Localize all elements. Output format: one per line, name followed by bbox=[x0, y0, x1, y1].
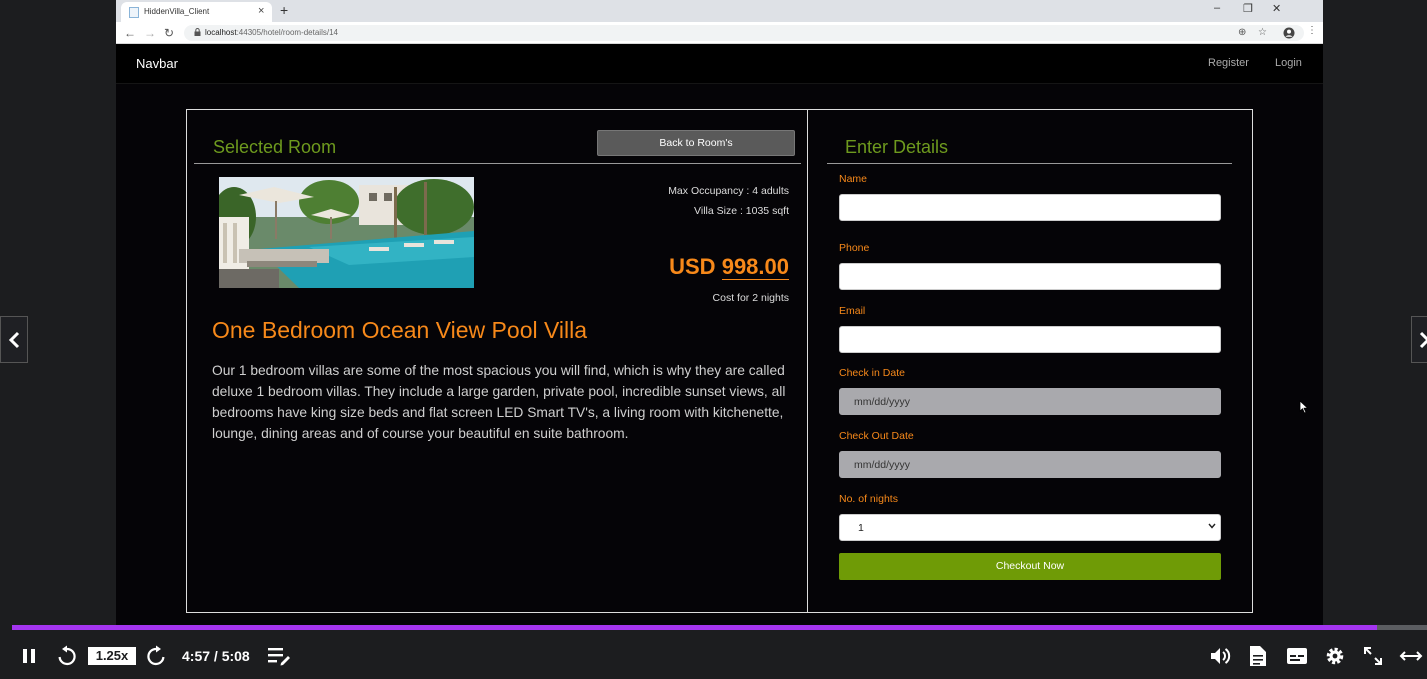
zoom-icon[interactable]: ⊕ bbox=[1238, 27, 1246, 38]
price-amount: 998.00 bbox=[721, 254, 789, 280]
minimize-button[interactable]: – bbox=[1214, 2, 1220, 14]
new-tab-button[interactable]: + bbox=[280, 2, 288, 18]
video-controls: 1.25x 4:57 / 5:08 bbox=[0, 631, 1427, 679]
previous-lecture-button[interactable] bbox=[0, 316, 28, 363]
phone-label: Phone bbox=[839, 242, 870, 254]
checkin-date-input[interactable]: mm/dd/yyyy bbox=[839, 388, 1221, 415]
nights-select[interactable]: 1 bbox=[839, 514, 1221, 541]
login-link[interactable]: Login bbox=[1275, 57, 1302, 69]
time-display: 4:57 / 5:08 bbox=[182, 648, 250, 664]
selected-room-panel: Selected Room Back to Room's Max Occupan… bbox=[186, 109, 808, 613]
checkin-placeholder: mm/dd/yyyy bbox=[854, 396, 911, 408]
playlist-icon[interactable] bbox=[267, 646, 291, 666]
video-progress-fill bbox=[12, 625, 1378, 630]
reload-icon[interactable]: ↻ bbox=[164, 26, 174, 40]
room-name: One Bedroom Ocean View Pool Villa bbox=[212, 317, 588, 343]
checkout-placeholder: mm/dd/yyyy bbox=[854, 459, 911, 471]
navbar-brand[interactable]: Navbar bbox=[136, 56, 178, 71]
chevron-left-icon bbox=[8, 331, 20, 349]
nights-selected-value: 1 bbox=[858, 522, 864, 534]
bookmark-star-icon[interactable]: ☆ bbox=[1258, 27, 1267, 38]
name-input[interactable] bbox=[839, 194, 1221, 221]
close-window-button[interactable]: ✕ bbox=[1272, 2, 1281, 15]
expand-icon[interactable] bbox=[1399, 648, 1423, 664]
browser-tab[interactable]: HiddenVilla_Client × bbox=[121, 2, 272, 22]
cost-note: Cost for 2 nights bbox=[712, 292, 789, 304]
mouse-cursor-icon bbox=[1299, 400, 1309, 414]
playback-speed-button[interactable]: 1.25x bbox=[88, 647, 136, 665]
browser-tab-bar: HiddenVilla_Client × + – ❐ ✕ bbox=[116, 0, 1323, 22]
enter-details-heading: Enter Details bbox=[845, 137, 949, 157]
navbar: Navbar Register Login bbox=[116, 44, 1323, 84]
room-price: USD 998.00 bbox=[669, 254, 789, 280]
checkout-date-label: Check Out Date bbox=[839, 430, 914, 442]
volume-icon[interactable] bbox=[1210, 646, 1232, 666]
checkout-date-input[interactable]: mm/dd/yyyy bbox=[839, 451, 1221, 478]
address-bar[interactable]: localhost:44305/hotel/room-details/14 ⊕ … bbox=[184, 25, 1304, 41]
chevron-down-icon bbox=[1208, 523, 1216, 529]
url-path: :44305/hotel/room-details/14 bbox=[236, 28, 338, 37]
browser-menu-icon[interactable]: ⋮ bbox=[1307, 25, 1317, 36]
tab-title: HiddenVilla_Client bbox=[144, 7, 210, 16]
captions-icon[interactable] bbox=[1286, 647, 1308, 665]
page-favicon-icon bbox=[129, 7, 139, 18]
video-progress-bar[interactable] bbox=[12, 625, 1427, 630]
divider bbox=[827, 163, 1232, 164]
gear-icon[interactable] bbox=[1325, 646, 1345, 666]
email-input[interactable] bbox=[839, 326, 1221, 353]
rewind-5-icon[interactable] bbox=[56, 645, 78, 667]
enter-details-panel: Enter Details Name Phone Email Check in … bbox=[808, 109, 1253, 613]
forward-5-icon[interactable] bbox=[145, 645, 167, 667]
room-image bbox=[219, 177, 474, 288]
register-link[interactable]: Register bbox=[1208, 57, 1249, 69]
url-host: localhost bbox=[205, 28, 237, 37]
back-arrow-icon[interactable]: ← bbox=[124, 26, 136, 40]
next-lecture-button[interactable] bbox=[1411, 316, 1427, 363]
transcript-icon[interactable] bbox=[1249, 645, 1267, 667]
back-to-rooms-button[interactable]: Back to Room's bbox=[597, 130, 795, 156]
pause-icon[interactable] bbox=[21, 648, 37, 664]
browser-toolbar: ← → ↻ localhost:44305/hotel/room-details… bbox=[116, 22, 1323, 44]
max-occupancy: Max Occupancy : 4 adults bbox=[668, 185, 789, 197]
forward-arrow-icon[interactable]: → bbox=[144, 26, 156, 40]
web-page: Navbar Register Login Selected Room Back… bbox=[116, 44, 1323, 628]
fullscreen-icon[interactable] bbox=[1363, 646, 1383, 666]
email-label: Email bbox=[839, 305, 866, 317]
restore-button[interactable]: ❐ bbox=[1243, 2, 1253, 15]
divider bbox=[194, 163, 801, 164]
selected-room-heading: Selected Room bbox=[213, 137, 337, 157]
chevron-right-icon bbox=[1419, 331, 1427, 349]
checkout-now-button[interactable]: Checkout Now bbox=[839, 553, 1221, 580]
name-label: Name bbox=[839, 173, 868, 185]
phone-input[interactable] bbox=[839, 263, 1221, 290]
url-text: localhost:44305/hotel/room-details/14 bbox=[205, 28, 338, 37]
villa-size: Villa Size : 1035 sqft bbox=[694, 205, 789, 217]
price-currency: USD bbox=[669, 254, 716, 279]
lock-icon bbox=[194, 28, 201, 36]
tab-close-icon[interactable]: × bbox=[258, 5, 264, 17]
profile-icon[interactable] bbox=[1283, 27, 1295, 39]
checkin-label: Check in Date bbox=[839, 367, 905, 379]
room-description: Our 1 bedroom villas are some of the mos… bbox=[212, 363, 786, 441]
nights-label: No. of nights bbox=[839, 493, 898, 505]
